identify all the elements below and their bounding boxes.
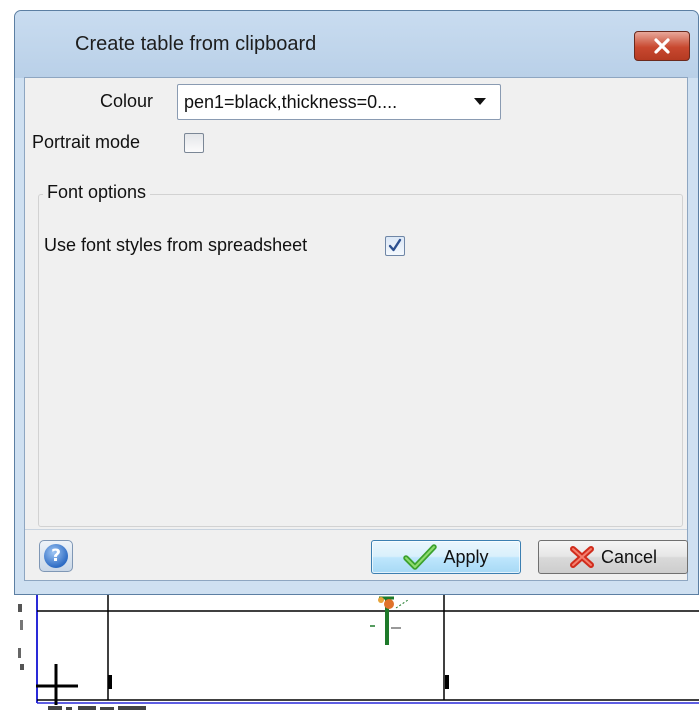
create-table-dialog: Create table from clipboard Colour pen1=…: [14, 10, 699, 595]
colour-dropdown[interactable]: pen1=black,thickness=0....: [177, 84, 501, 120]
apply-button[interactable]: Apply: [371, 540, 521, 574]
colour-label: Colour: [100, 91, 154, 111]
dialog-body: Colour pen1=black,thickness=0.... Portra…: [24, 77, 688, 581]
colour-dropdown-value: pen1=black,thickness=0....: [184, 92, 398, 112]
close-x-icon: [654, 38, 670, 54]
apply-check-icon: [403, 544, 438, 570]
use-font-styles-label: Use font styles from spreadsheet: [44, 235, 308, 255]
close-button[interactable]: [634, 31, 690, 61]
title-bar[interactable]: Create table from clipboard: [15, 11, 698, 78]
cancel-label: Cancel: [600, 546, 658, 567]
font-options-group: Font options Use font styles from spread…: [38, 182, 683, 527]
checkmark-icon: [388, 238, 402, 252]
apply-label: Apply: [443, 546, 489, 567]
portrait-mode-label: Portrait mode: [32, 132, 141, 152]
chevron-down-icon[interactable]: [464, 89, 496, 115]
use-font-styles-checkbox[interactable]: [385, 236, 405, 256]
dialog-title: Create table from clipboard: [75, 33, 317, 55]
cancel-button[interactable]: Cancel: [538, 540, 688, 574]
dialog-footer: ? Apply Cancel: [25, 529, 688, 581]
portrait-mode-checkbox[interactable]: [184, 133, 204, 153]
cancel-x-icon: [569, 546, 594, 568]
font-options-legend: Font options: [43, 182, 151, 203]
help-icon: ?: [44, 544, 68, 568]
help-button[interactable]: ?: [39, 540, 73, 572]
